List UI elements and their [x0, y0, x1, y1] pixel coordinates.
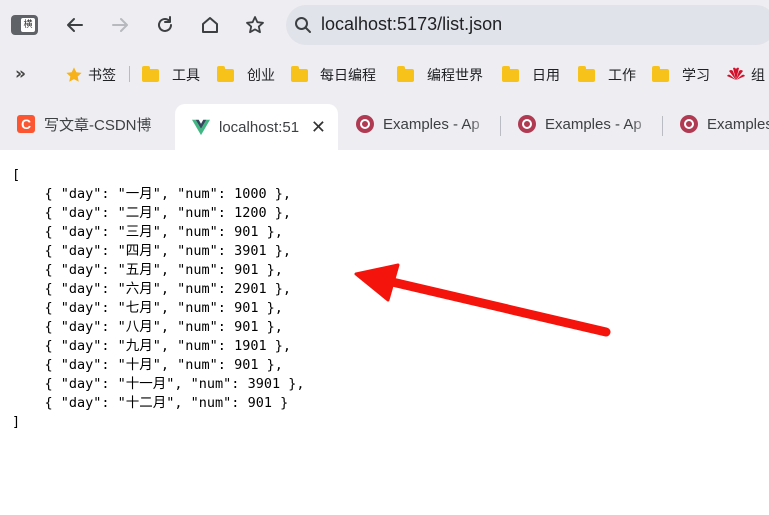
star-icon[interactable] — [241, 11, 269, 39]
json-line: { "day": "九月", "num": 1901 }, — [12, 338, 291, 354]
bookmark-folder[interactable]: 学习 — [652, 65, 710, 85]
bookmark-folder[interactable]: 工具 — [142, 65, 200, 85]
q-icon — [680, 115, 698, 133]
json-line: { "day": "八月", "num": 901 }, — [12, 319, 283, 335]
json-content: [ { "day": "一月", "num": 1000 }, { "day":… — [12, 166, 304, 432]
bookmark-label: 学习 — [682, 68, 710, 84]
address-text: localhost:5173/list.json — [321, 14, 503, 34]
folder-icon — [397, 65, 414, 82]
bookmark-label: 每日编程 — [320, 68, 376, 84]
bookmark-label: 创业 — [247, 68, 275, 84]
json-line: { "day": "十一月", "num": 3901 }, — [12, 376, 305, 392]
json-line: { "day": "一月", "num": 1000 }, — [12, 186, 291, 202]
json-line: { "day": "十月", "num": 901 }, — [12, 357, 283, 373]
tab-title: 写文章-CSDN博 — [44, 116, 152, 134]
tab-divider — [662, 116, 663, 136]
folder-icon — [142, 65, 159, 82]
tab-localhost[interactable]: localhost:51 ✕ — [175, 104, 338, 150]
bookmark-item[interactable]: 书签 — [65, 65, 116, 85]
huawei-icon — [727, 67, 745, 80]
json-line: { "day": "二月", "num": 1200 }, — [12, 205, 291, 221]
bookmarks-bar: » 书签 工具 创业 每日编程 编程世界 日用 工作 学习 组 — [0, 52, 769, 98]
folder-icon — [652, 65, 669, 82]
tab-title: localhost:51 — [219, 118, 300, 136]
bookmark-label: 组 — [751, 68, 765, 84]
bookmark-label: 工作 — [608, 68, 636, 84]
tab-examples-2[interactable]: Examples - Ap — [518, 104, 653, 144]
tab-examples-3[interactable]: Examples — [680, 104, 769, 144]
bookmark-label: 日用 — [532, 68, 560, 84]
bookmark-label: 编程世界 — [427, 68, 483, 84]
tab-divider — [500, 116, 501, 136]
star-icon — [66, 67, 82, 82]
json-line: { "day": "五月", "num": 901 }, — [12, 262, 283, 278]
window-menu-icon[interactable]: 横 — [11, 15, 38, 35]
vue-icon — [192, 119, 210, 136]
address-bar[interactable]: localhost:5173/list.json — [286, 5, 769, 45]
json-line: [ — [12, 167, 21, 183]
json-line: { "day": "四月", "num": 3901 }, — [12, 243, 291, 259]
folder-icon — [578, 65, 595, 82]
bookmark-folder[interactable]: 编程世界 — [397, 65, 483, 85]
q-icon — [356, 115, 374, 133]
close-tab-icon[interactable]: ✕ — [311, 117, 326, 138]
folder-icon — [217, 65, 234, 82]
bookmark-folder[interactable]: 创业 — [217, 65, 275, 85]
bookmark-label: 工具 — [172, 68, 200, 84]
window-menu-icon-label: 横 — [21, 18, 35, 32]
bookmark-folder[interactable]: 每日编程 — [291, 65, 376, 85]
tab-title: Examples — [707, 115, 769, 133]
bookmark-folder[interactable]: 工作 — [578, 65, 636, 85]
home-icon[interactable] — [196, 11, 224, 39]
json-line: { "day": "十二月", "num": 901 } — [12, 395, 289, 411]
folder-icon — [291, 65, 308, 82]
tab-title: Examples - Ap — [545, 115, 642, 133]
tab-title: Examples - Ap — [383, 115, 480, 133]
json-line: ] — [12, 414, 21, 430]
forward-icon[interactable] — [106, 11, 134, 39]
tab-strip: C 写文章-CSDN博 localhost:51 ✕ Examples - Ap… — [0, 98, 769, 150]
bookmark-label: 书签 — [88, 68, 116, 84]
search-icon — [295, 17, 311, 33]
bookmark-item[interactable]: 组 — [726, 65, 765, 85]
reload-icon[interactable] — [151, 11, 179, 39]
navigation-bar: 横 localhost:5173/list.json — [0, 0, 769, 52]
bookmarks-overflow-icon[interactable]: » — [15, 64, 26, 84]
folder-icon — [502, 65, 519, 82]
q-icon — [518, 115, 536, 133]
bookmark-folder[interactable]: 日用 — [502, 65, 560, 85]
tab-examples-1[interactable]: Examples - Ap — [356, 104, 491, 144]
tab-csdn[interactable]: C 写文章-CSDN博 — [17, 104, 167, 144]
back-icon[interactable] — [61, 11, 89, 39]
bookmark-divider — [129, 66, 130, 82]
csdn-icon: C — [17, 115, 35, 133]
json-line: { "day": "七月", "num": 901 }, — [12, 300, 283, 316]
json-line: { "day": "六月", "num": 2901 }, — [12, 281, 291, 297]
json-line: { "day": "三月", "num": 901 }, — [12, 224, 283, 240]
